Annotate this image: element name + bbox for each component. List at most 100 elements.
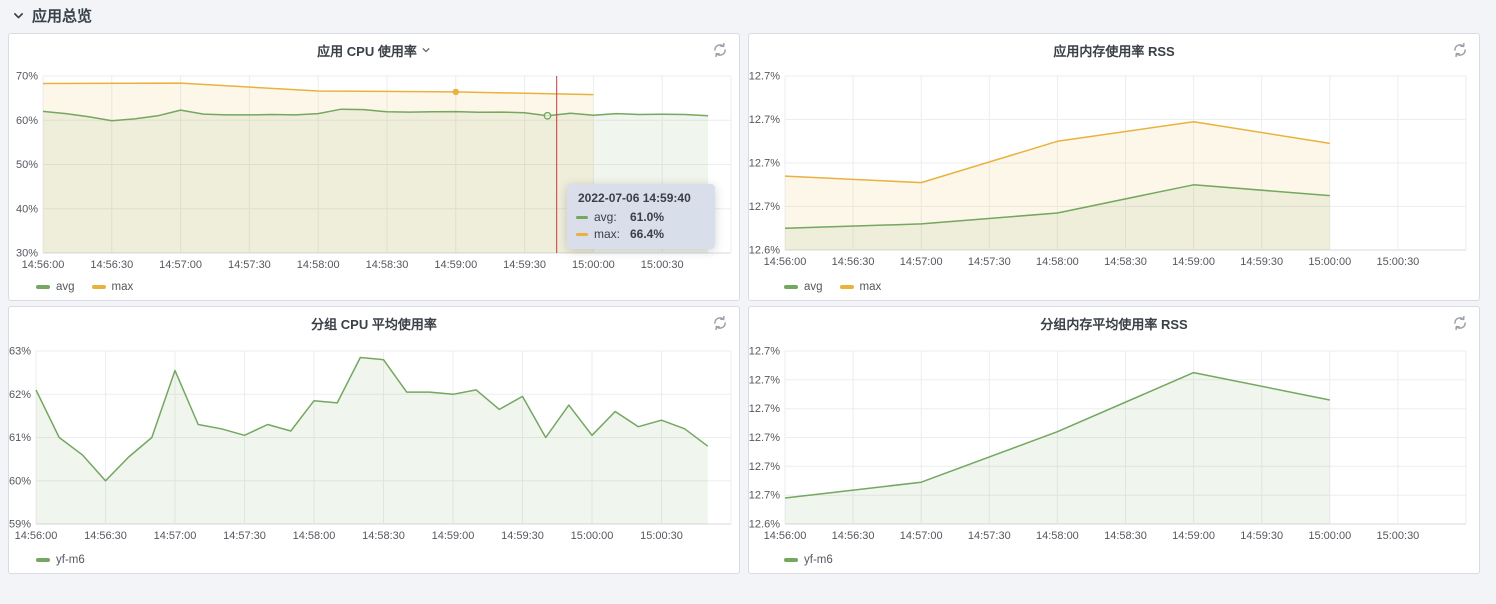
svg-text:63%: 63% bbox=[9, 346, 31, 358]
legend-label: yf-m6 bbox=[56, 554, 85, 566]
panel-title: 应用内存使用率 RSS bbox=[1053, 43, 1175, 59]
memory-usage-chart-canvas[interactable]: 12.7% 12.7% 12.7% 12.7% 12.6%14:56:00 14:56:3… bbox=[749, 34, 1479, 300]
legend-label: max bbox=[111, 281, 134, 293]
chart-legend: yf-m6 bbox=[36, 554, 85, 566]
svg-text:12.7%: 12.7% bbox=[749, 490, 780, 502]
chart-legend: avg max bbox=[36, 281, 133, 293]
panel-app-cpu: 应用 CPU 使用率 70% 60% 50% 40% 30% 14:56:00 14:56:… bbox=[8, 33, 740, 301]
svg-text:12.7%: 12.7% bbox=[749, 71, 780, 83]
svg-text:12.7%: 12.7% bbox=[749, 201, 780, 213]
refresh-icon[interactable] bbox=[712, 42, 728, 58]
svg-text:14:59:00: 14:59:00 bbox=[1172, 530, 1215, 542]
legend-swatch bbox=[784, 285, 798, 289]
group-memory-chart-canvas[interactable]: 12.7%12.7%12.7%12.7%12.7%12.7%12.6%14:56… bbox=[749, 307, 1479, 573]
svg-text:15:00:00: 15:00:00 bbox=[1308, 256, 1351, 268]
legend-label: avg bbox=[56, 281, 75, 293]
highlight-dot bbox=[452, 88, 459, 96]
panel-title: 分组内存平均使用率 RSS bbox=[1040, 316, 1188, 332]
svg-text:60%: 60% bbox=[16, 115, 38, 127]
svg-text:12.6%: 12.6% bbox=[749, 245, 780, 257]
refresh-icon[interactable] bbox=[1452, 315, 1468, 331]
panel-title-menu[interactable]: 分组 CPU 平均使用率 bbox=[9, 314, 739, 332]
svg-text:14:57:30: 14:57:30 bbox=[228, 259, 271, 271]
group-cpu-chart-canvas[interactable]: 63% 62% 61% 60% 59%14:56:00 14:56:30 14:57:00 1… bbox=[9, 307, 739, 573]
svg-text:14:58:30: 14:58:30 bbox=[362, 530, 405, 542]
svg-text:14:59:30: 14:59:30 bbox=[1240, 530, 1283, 542]
svg-text:14:56:00: 14:56:00 bbox=[15, 530, 58, 542]
svg-text:14:59:30: 14:59:30 bbox=[501, 530, 544, 542]
svg-text:12.7%: 12.7% bbox=[749, 114, 780, 126]
svg-text:14:57:30: 14:57:30 bbox=[968, 256, 1011, 268]
svg-text:14:57:30: 14:57:30 bbox=[968, 530, 1011, 542]
svg-text:12.7%: 12.7% bbox=[749, 432, 780, 444]
svg-text:14:57:00: 14:57:00 bbox=[154, 530, 197, 542]
refresh-icon[interactable] bbox=[1452, 42, 1468, 58]
legend-item-yf-m6[interactable]: yf-m6 bbox=[36, 554, 85, 566]
panel-title-menu[interactable]: 分组内存平均使用率 RSS bbox=[749, 314, 1479, 332]
legend-item-max[interactable]: max bbox=[91, 281, 134, 293]
svg-text:12.7%: 12.7% bbox=[749, 403, 780, 415]
svg-text:15:00:30: 15:00:30 bbox=[1376, 256, 1419, 268]
legend-label: yf-m6 bbox=[804, 554, 833, 566]
panel-title: 分组 CPU 平均使用率 bbox=[311, 316, 437, 332]
svg-text:14:59:00: 14:59:00 bbox=[434, 259, 477, 271]
svg-text:70%: 70% bbox=[16, 71, 38, 83]
svg-text:14:59:00: 14:59:00 bbox=[432, 530, 475, 542]
row-header-app-overview[interactable]: 应用总览 bbox=[0, 0, 92, 30]
svg-text:12.6%: 12.6% bbox=[749, 519, 780, 531]
legend-swatch bbox=[784, 558, 798, 562]
legend-swatch bbox=[36, 558, 50, 562]
dashboard-page: 应用总览 应用 CPU 使用率 70% 60% 50% 40% 30% 14:56:00 1… bbox=[0, 0, 1496, 604]
cpu-usage-chart-canvas[interactable]: 70% 60% 50% 40% 30%14:56:00 14:56:30 14:57:00 1… bbox=[9, 34, 739, 300]
panel-title-menu[interactable]: 应用内存使用率 RSS bbox=[749, 41, 1479, 59]
series-area-max bbox=[43, 83, 594, 253]
svg-text:14:56:00: 14:56:00 bbox=[22, 259, 65, 271]
svg-text:15:00:30: 15:00:30 bbox=[640, 530, 683, 542]
panel-group-cpu-avg: 分组 CPU 平均使用率 63% 62% 61% 60% 59% 14:56:00 14:5… bbox=[8, 306, 740, 574]
svg-text:14:59:30: 14:59:30 bbox=[1240, 256, 1283, 268]
svg-text:14:57:00: 14:57:00 bbox=[159, 259, 202, 271]
svg-text:14:56:30: 14:56:30 bbox=[832, 256, 875, 268]
svg-text:14:58:30: 14:58:30 bbox=[366, 259, 409, 271]
svg-text:14:56:00: 14:56:00 bbox=[764, 256, 807, 268]
panel-title-menu[interactable]: 应用 CPU 使用率 bbox=[9, 41, 739, 59]
legend-item-avg[interactable]: avg bbox=[36, 281, 75, 293]
legend-item-max[interactable]: max bbox=[839, 281, 882, 293]
svg-text:60%: 60% bbox=[9, 475, 31, 487]
series-area-yf-m6 bbox=[36, 357, 708, 524]
svg-text:12.7%: 12.7% bbox=[749, 346, 780, 358]
svg-text:14:58:30: 14:58:30 bbox=[1104, 530, 1147, 542]
svg-text:14:57:00: 14:57:00 bbox=[900, 256, 943, 268]
svg-text:14:58:00: 14:58:00 bbox=[1036, 256, 1079, 268]
svg-text:14:59:00: 14:59:00 bbox=[1172, 256, 1215, 268]
svg-text:15:00:00: 15:00:00 bbox=[1308, 530, 1351, 542]
svg-text:15:00:30: 15:00:30 bbox=[1376, 530, 1419, 542]
svg-text:12.7%: 12.7% bbox=[749, 158, 780, 170]
svg-text:15:00:30: 15:00:30 bbox=[641, 259, 684, 271]
legend-swatch bbox=[839, 285, 854, 289]
svg-text:12.7%: 12.7% bbox=[749, 461, 780, 473]
legend-item-avg[interactable]: avg bbox=[784, 281, 823, 293]
legend-swatch bbox=[91, 285, 106, 289]
svg-text:50%: 50% bbox=[16, 159, 38, 171]
refresh-icon[interactable] bbox=[712, 315, 728, 331]
svg-text:40%: 40% bbox=[16, 203, 38, 215]
svg-text:14:56:30: 14:56:30 bbox=[832, 530, 875, 542]
chart-legend: yf-m6 bbox=[784, 554, 833, 566]
svg-text:59%: 59% bbox=[9, 519, 31, 531]
chart-legend: avg max bbox=[784, 281, 881, 293]
panel-title: 应用 CPU 使用率 bbox=[317, 43, 417, 59]
svg-text:14:57:00: 14:57:00 bbox=[900, 530, 943, 542]
legend-label: avg bbox=[804, 281, 823, 293]
svg-text:30%: 30% bbox=[16, 248, 38, 260]
svg-text:62%: 62% bbox=[9, 389, 31, 401]
section-title: 应用总览 bbox=[32, 7, 93, 25]
svg-text:14:59:30: 14:59:30 bbox=[503, 259, 546, 271]
legend-swatch bbox=[36, 285, 50, 289]
legend-item-yf-m6[interactable]: yf-m6 bbox=[784, 554, 833, 566]
chevron-down-icon bbox=[422, 48, 430, 53]
highlight-dot bbox=[543, 111, 552, 120]
svg-text:14:58:30: 14:58:30 bbox=[1104, 256, 1147, 268]
legend-label: max bbox=[859, 281, 882, 293]
svg-text:15:00:00: 15:00:00 bbox=[571, 530, 614, 542]
